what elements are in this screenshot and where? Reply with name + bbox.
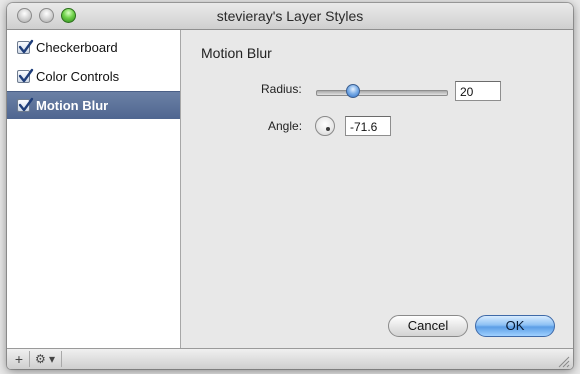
- checkmark-icon: [18, 68, 34, 83]
- radius-slider-track[interactable]: [316, 90, 448, 96]
- resize-grip-icon[interactable]: [558, 356, 570, 368]
- angle-field[interactable]: -71.6: [345, 116, 391, 136]
- bottom-toolbar: + ⚙ ▾: [7, 348, 573, 369]
- layer-styles-window: stevieray's Layer Styles Checkerboard Co…: [7, 3, 573, 369]
- checkmark-icon: [18, 97, 34, 112]
- filter-settings-panel: Motion Blur Radius: 20 Angle: -71.6 Canc…: [181, 30, 573, 348]
- title-bar[interactable]: stevieray's Layer Styles: [7, 3, 573, 30]
- angle-label: Angle:: [268, 119, 303, 133]
- cancel-button[interactable]: Cancel: [388, 315, 468, 337]
- checkerboard-checkbox[interactable]: [17, 39, 34, 54]
- window-title: stevieray's Layer Styles: [216, 8, 364, 24]
- layer-style-list: Checkerboard Color Controls Motion Blur: [7, 30, 181, 348]
- radius-label: Radius:: [261, 82, 302, 96]
- toolbar-divider: [61, 351, 62, 367]
- radius-field[interactable]: 20: [455, 81, 501, 101]
- angle-dial[interactable]: [315, 116, 335, 136]
- angle-dial-indicator: [326, 127, 330, 131]
- sidebar-item-motion-blur[interactable]: Motion Blur: [7, 91, 180, 119]
- add-style-button[interactable]: +: [11, 351, 27, 367]
- motion-blur-checkbox[interactable]: [17, 97, 34, 112]
- sidebar-item-color-controls[interactable]: Color Controls: [7, 63, 180, 91]
- checkmark-icon: [18, 39, 34, 54]
- sidebar-item-label: Checkerboard: [36, 40, 118, 55]
- sidebar-item-label: Color Controls: [36, 69, 120, 84]
- gear-menu-button[interactable]: ⚙ ▾: [32, 351, 58, 367]
- color-controls-checkbox[interactable]: [17, 68, 34, 83]
- toolbar-divider: [29, 351, 30, 367]
- radius-slider-knob[interactable]: [345, 84, 360, 98]
- panel-title: Motion Blur: [201, 45, 272, 61]
- sidebar-item-checkerboard[interactable]: Checkerboard: [7, 34, 180, 62]
- sidebar-item-label: Motion Blur: [36, 98, 109, 113]
- ok-button[interactable]: OK: [475, 315, 555, 337]
